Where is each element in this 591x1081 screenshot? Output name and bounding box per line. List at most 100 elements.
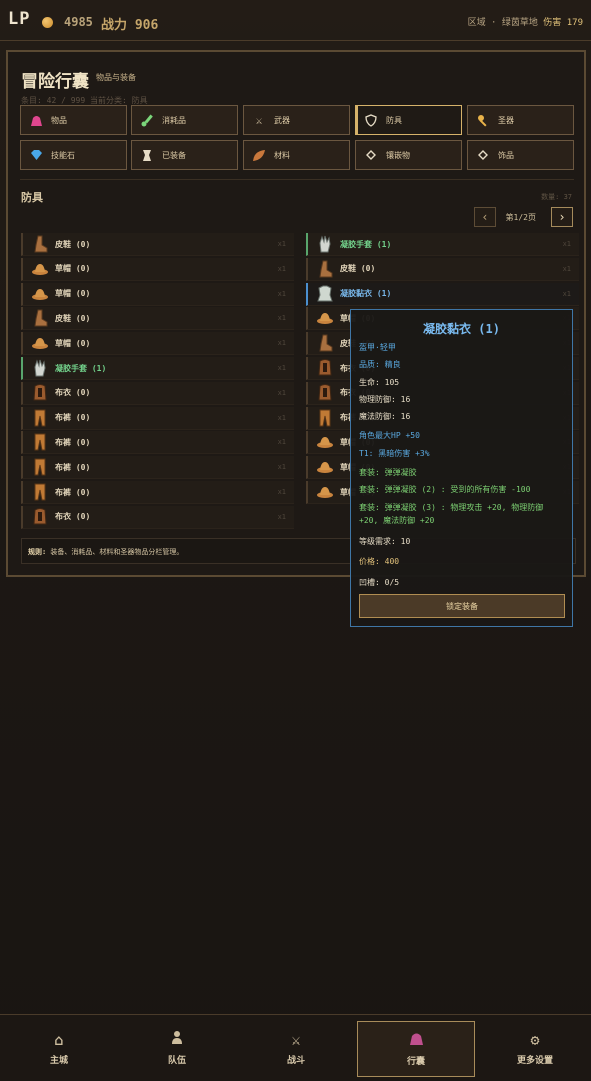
pants-icon [31,458,49,476]
inventory-item-row[interactable]: 皮鞋 (0) x1 [306,257,579,281]
boot-icon [31,235,49,253]
prev-page-button[interactable]: ‹ [474,207,496,227]
item-name: 凝胶手套 (1) [55,363,107,373]
glove-icon [31,359,49,377]
tooltip-magic-defense: 魔法防御: 16 [359,412,411,421]
category-consumables[interactable]: 消耗品 [131,105,238,135]
category-items[interactable]: 物品 [20,105,127,135]
item-name: 布裤 (0) [55,462,91,472]
tooltip-level: 等级需求: 10 [359,537,411,546]
item-quantity: x1 [277,264,286,273]
panel-subtitle: 物品与装备 [96,73,136,82]
region-label: 区域 · 绿茵草地 [467,18,538,28]
category-inlays[interactable]: 镶嵌物 [355,140,462,170]
tooltip-bonus-hp: 角色最大HP +50 [359,431,420,440]
armor-icon [316,285,334,303]
item-name: 皮鞋 (0) [55,313,91,323]
gem-icon [29,148,43,162]
inventory-item-row[interactable]: 皮鞋 (0) x1 [21,233,294,256]
inventory-item-row[interactable]: 布裤 (0) x1 [21,406,294,430]
tooltip-set-3: 套装: 弹弹凝胶 (3) : 物理攻击 +20, 物理防御 +20, 魔法防御 … [359,503,544,525]
inventory-item-row[interactable]: 草帽 (0) x1 [21,257,294,281]
inventory-item-row[interactable]: 布衣 (0) x1 [21,381,294,405]
panel-title: 冒险行囊 [21,72,89,92]
nav-team[interactable]: 队伍 [118,1023,236,1073]
inventory-item-row[interactable]: 布裤 (0) x1 [21,456,294,480]
item-name: 草帽 (0) [55,264,91,274]
inventory-item-row[interactable]: 凝胶手套 (1) x1 [306,233,579,256]
nav-home[interactable]: ⌂ 主城 [0,1023,118,1073]
cloth-icon [316,383,334,402]
item-name: 草帽 (0) [55,289,91,299]
item-quantity: x1 [277,364,286,372]
item-quantity: x1 [277,339,286,348]
hat-icon [31,285,49,303]
cloth-icon [31,507,49,526]
hat-icon [316,483,334,501]
item-name: 皮鞋 (0) [340,264,376,274]
inventory-item-row[interactable]: 布裤 (0) x1 [21,481,294,504]
category-skill-stones[interactable]: 技能石 [20,140,127,170]
boot-icon [31,309,49,327]
category-weapons[interactable]: ⚔ 武器 [243,105,350,135]
tooltip-quality: 品质: 精良 [359,360,401,369]
leaf-icon [252,148,266,162]
next-page-button[interactable]: › [551,207,573,227]
inventory-item-row[interactable]: 布衣 (0) x1 [21,505,294,529]
item-name: 布裤 (0) [55,413,91,423]
tooltip-title: 凝胶黏衣 (1) [423,322,500,336]
category-armor[interactable]: 防具 [355,105,462,135]
armor-icon [140,148,154,162]
rules-label: 规则: [28,548,47,556]
nav-battle[interactable]: ⚔ 战斗 [237,1023,355,1073]
person-icon [171,1030,183,1049]
hat-icon [31,334,49,352]
damage-label: 伤害 [543,18,562,28]
tooltip-physical-defense: 物理防御: 16 [359,395,411,404]
item-quantity: x1 [562,240,571,248]
item-name: 布裤 (0) [55,487,91,497]
diamond-icon [364,148,378,162]
diamond-icon [476,148,490,162]
item-name: 布裤 (0) [55,437,91,447]
damage-value: 179 [566,18,583,28]
bag-icon [409,1031,424,1050]
gold-amount: 4985 [64,15,93,29]
item-quantity: x1 [562,264,571,273]
hat-icon [316,433,334,451]
nav-inventory[interactable]: 行囊 [357,1021,475,1077]
rules-text: 装备、消耗品、材料和圣器物品分栏管理。 [46,548,184,556]
item-quantity: x1 [277,314,286,323]
coin-icon [42,17,53,28]
shield-icon [364,113,378,127]
item-name: 凝胶手套 (1) [340,239,392,249]
category-accessories[interactable]: 饰品 [467,140,574,170]
nav-settings[interactable]: ⚙ 更多设置 [476,1023,591,1073]
bottom-nav: ⌂ 主城 队伍 ⚔ 战斗 行囊 ⚙ 更多设置 [0,1014,591,1081]
category-equipped[interactable]: 已装备 [131,140,238,170]
category-materials[interactable]: 材料 [243,140,350,170]
inventory-item-row[interactable]: 皮鞋 (0) x1 [21,307,294,331]
pants-icon [31,433,49,451]
inventory-item-row[interactable]: 草帽 (0) x1 [21,332,294,356]
lock-equipment-button[interactable]: 锁定装备 [359,594,565,618]
item-name: 布衣 (0) [55,512,91,522]
tooltip-type: 盔甲·轻甲 [359,343,396,352]
hat-icon [316,458,334,476]
inventory-item-row[interactable]: 凝胶黏衣 (1) x1 [306,282,579,306]
item-quantity: x1 [562,289,571,298]
boot-icon [316,260,334,278]
swords-icon: ⚔ [291,1030,301,1049]
inventory-item-row[interactable]: 凝胶手套 (1) x1 [21,357,294,380]
pants-icon [31,409,49,427]
item-quantity: x1 [277,512,286,521]
item-name: 皮鞋 (0) [55,239,91,249]
inventory-item-row[interactable]: 布裤 (0) x1 [21,431,294,455]
item-name: 布衣 (0) [55,388,91,398]
divider [20,179,574,180]
page-indicator: 第1/2页 [505,213,536,222]
category-relics[interactable]: 圣器 [467,105,574,135]
inventory-item-row[interactable]: 草帽 (0) x1 [21,282,294,306]
tooltip-sockets: 凹槽: 0/5 [359,578,400,587]
swords-icon: ⚔ [255,113,263,127]
